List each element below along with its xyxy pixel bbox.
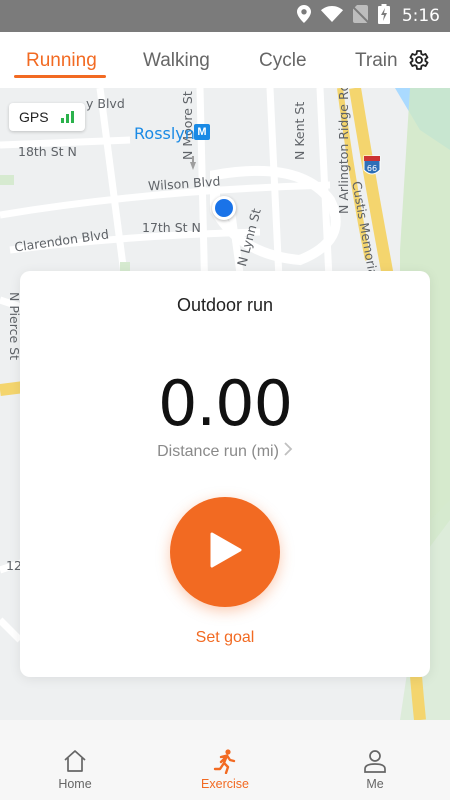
gear-icon[interactable] — [406, 48, 430, 72]
sport-tabs: Running Walking Cycle Train — [0, 32, 450, 88]
nav-me[interactable]: Me — [315, 740, 435, 800]
tab-walking[interactable]: Walking — [143, 50, 210, 72]
street-label: 17th St N — [142, 220, 201, 235]
gps-indicator: GPS — [9, 103, 85, 131]
nav-exercise[interactable]: Exercise — [165, 740, 285, 800]
chevron-right-icon — [283, 441, 293, 462]
metro-station-label: Rosslyn — [134, 124, 195, 143]
status-bar: 5:16 — [0, 0, 450, 32]
street-label: N Arlington Ridge Rd — [336, 88, 351, 214]
bottom-navigation: Home Exercise Me — [0, 740, 450, 800]
tab-running[interactable]: Running — [26, 50, 97, 72]
set-goal-button[interactable]: Set goal — [20, 629, 430, 647]
status-time: 5:16 — [401, 6, 440, 26]
street-label: y Blvd — [86, 96, 125, 111]
nav-me-label: Me — [366, 777, 384, 791]
play-icon — [208, 532, 242, 573]
no-sim-icon — [352, 4, 369, 28]
start-run-button[interactable] — [170, 497, 280, 607]
home-icon — [62, 748, 88, 774]
person-icon — [362, 748, 388, 774]
distance-label: Distance run (mi) — [157, 443, 279, 460]
battery-charging-icon — [377, 3, 390, 29]
nav-home[interactable]: Home — [15, 740, 135, 800]
distance-unit-selector[interactable]: Distance run (mi) — [20, 441, 430, 462]
running-person-icon — [212, 748, 238, 775]
current-location-icon — [212, 196, 236, 220]
gps-label: GPS — [19, 109, 49, 125]
distance-value: 0.00 — [157, 367, 293, 440]
run-card: Outdoor run 0.00 Distance run (mi) Set g… — [20, 271, 430, 677]
run-type-title: Outdoor run — [176, 295, 274, 315]
highway-shield-icon: 66 — [363, 155, 381, 175]
nav-exercise-label: Exercise — [201, 777, 249, 791]
active-tab-indicator — [14, 75, 106, 78]
tab-cycle[interactable]: Cycle — [259, 50, 307, 72]
tab-train[interactable]: Train — [355, 50, 398, 72]
street-label: N Kent St — [292, 101, 307, 160]
svg-text:66: 66 — [367, 164, 377, 173]
metro-icon: M — [194, 124, 210, 140]
signal-bars-icon — [60, 111, 74, 123]
location-icon — [296, 4, 311, 28]
nav-home-label: Home — [58, 777, 92, 791]
wifi-icon — [320, 5, 343, 27]
street-label: 18th St N — [18, 144, 77, 159]
